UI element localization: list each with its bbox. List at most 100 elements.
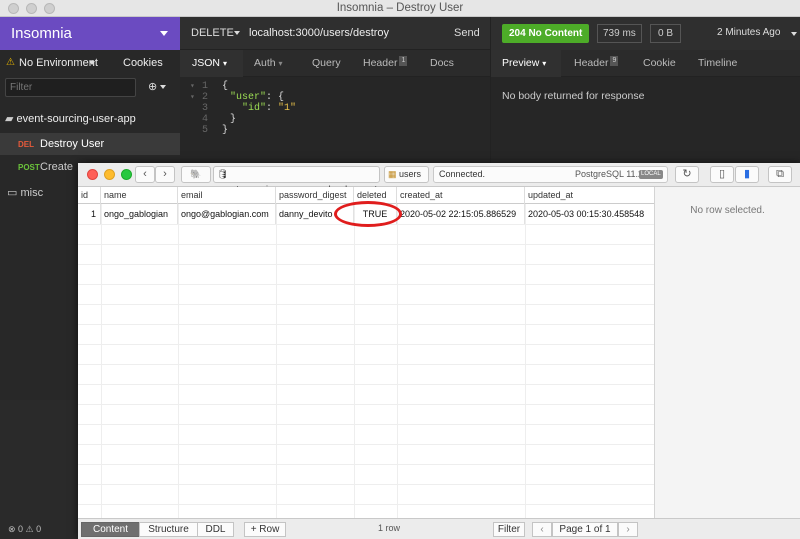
- zoom-window-icon[interactable]: [121, 169, 132, 180]
- row-separator: [78, 484, 654, 485]
- database-selector[interactable]: 🛢 event_sourcing_user_app_development: [213, 166, 380, 194]
- tab-label: Header: [363, 57, 398, 69]
- close-window-icon[interactable]: [8, 3, 19, 14]
- environment-select[interactable]: No Environment: [19, 50, 98, 76]
- chevron-down-icon: [89, 61, 95, 65]
- toggle-right-panel-button[interactable]: ▮: [735, 166, 759, 183]
- page-indicator: Page 1 of 1: [552, 522, 618, 537]
- brand-label: Insomnia: [11, 25, 72, 42]
- column-header-password-digest[interactable]: password_digest: [276, 187, 354, 204]
- json-string: "1": [278, 103, 297, 114]
- minimize-window-icon[interactable]: [26, 3, 37, 14]
- tab-header[interactable]: Header 1: [363, 50, 408, 77]
- json-key: "id": [242, 103, 267, 114]
- tab-timeline[interactable]: Timeline: [698, 50, 737, 77]
- status-text: Connected.: [439, 169, 486, 179]
- close-window-icon[interactable]: [87, 169, 98, 180]
- column-header-name[interactable]: name: [101, 187, 178, 204]
- problems-counter[interactable]: ⊗ 0 ⚠ 0: [8, 524, 41, 534]
- cell-name[interactable]: ongo_gablogian: [101, 204, 178, 224]
- tab-auth[interactable]: Auth ▾: [254, 50, 283, 77]
- minimize-window-icon[interactable]: [104, 169, 115, 180]
- refresh-button[interactable]: ↻: [675, 166, 699, 183]
- server-version: PostgreSQL 11.2: [575, 169, 644, 179]
- tab-preview[interactable]: Preview ▾: [491, 50, 561, 77]
- fold-icon: ▾: [190, 93, 195, 102]
- cell-updated-at[interactable]: 2020-05-03 00:15:30.458548: [525, 204, 654, 224]
- filter-input[interactable]: Filter: [5, 78, 136, 97]
- back-button[interactable]: ‹: [135, 166, 155, 183]
- tab-ddl[interactable]: DDL: [197, 522, 234, 537]
- size-badge: 0 B: [650, 24, 682, 43]
- highlight-annotation: [334, 201, 402, 227]
- filter-button[interactable]: Filter: [493, 522, 525, 537]
- add-request-button[interactable]: ⊕: [148, 80, 167, 93]
- code-text: : {: [266, 92, 285, 103]
- add-row-button[interactable]: + Row: [244, 522, 286, 537]
- request-item-destroy-user[interactable]: DEL Destroy User: [0, 133, 180, 155]
- header-count-badge: 1: [399, 56, 408, 66]
- connection-status: Connected. PostgreSQL 11.2 LOCAL: [433, 166, 668, 183]
- http-method-select[interactable]: DELETE: [191, 27, 234, 39]
- forward-button[interactable]: ›: [155, 166, 175, 183]
- chevron-down-icon: [791, 32, 797, 36]
- new-window-button[interactable]: ⧉: [768, 166, 792, 183]
- table-name: users: [399, 169, 422, 179]
- toggle-left-panel-button[interactable]: ▯: [710, 166, 734, 183]
- column-separator: [525, 204, 526, 518]
- time-badge: 739 ms: [597, 24, 642, 43]
- zoom-window-icon[interactable]: [44, 3, 55, 14]
- row-separator: [78, 304, 654, 305]
- row-detail-panel: No row selected.: [654, 187, 800, 520]
- url-input[interactable]: localhost:3000/users/destroy: [249, 27, 389, 39]
- column-header-email[interactable]: email: [178, 187, 276, 204]
- cookies-button[interactable]: Cookies: [123, 50, 163, 76]
- method-badge: POST: [18, 163, 40, 172]
- history-dropdown[interactable]: 2 Minutes Ago: [717, 27, 780, 38]
- column-header-updated-at[interactable]: updated_at: [525, 187, 654, 204]
- folder-icon: ▭: [7, 187, 18, 199]
- next-page-button[interactable]: ›: [618, 522, 638, 537]
- sidebar-left-icon: ▯: [718, 168, 726, 180]
- tab-label: Header: [574, 57, 609, 69]
- json-key: "user": [230, 92, 267, 103]
- chevron-down-icon: [234, 31, 240, 35]
- warning-icon: ⚠: [6, 57, 15, 68]
- cell-email[interactable]: ongo@gablogian.com: [178, 204, 276, 224]
- row-separator: [78, 504, 654, 505]
- row-separator: [78, 244, 654, 245]
- column-header-id[interactable]: id: [78, 187, 101, 204]
- tab-cookie[interactable]: Cookie: [643, 50, 676, 77]
- tab-docs[interactable]: Docs: [430, 50, 454, 77]
- request-name: Destroy User: [40, 138, 105, 150]
- workspace-folder[interactable]: ▰ event-sourcing-user-app: [5, 112, 136, 125]
- response-status-bar: 204 No Content 739 ms 0 B 2 Minutes Ago: [490, 17, 800, 50]
- request-name: Create: [40, 161, 74, 173]
- line-number: 3: [201, 103, 208, 114]
- tab-content[interactable]: Content: [81, 522, 140, 537]
- table-selector[interactable]: ▦ users: [384, 166, 429, 183]
- elephant-icon: 🐘: [190, 169, 202, 179]
- tab-structure[interactable]: Structure: [139, 522, 198, 537]
- row-separator: [78, 444, 654, 445]
- send-button[interactable]: Send: [454, 27, 480, 39]
- column-separator: [354, 204, 355, 518]
- tab-response-header[interactable]: Header 9: [574, 50, 619, 77]
- workspace-menu[interactable]: Insomnia: [0, 17, 180, 50]
- tab-query[interactable]: Query: [312, 50, 341, 77]
- cell-created-at[interactable]: 2020-05-02 22:15:05.886529: [397, 204, 525, 224]
- row-separator: [78, 284, 654, 285]
- row-separator: [78, 364, 654, 365]
- prev-page-button[interactable]: ‹: [532, 522, 552, 537]
- database-icon: 🛢: [217, 169, 229, 179]
- tab-json[interactable]: JSON ▾: [180, 50, 243, 77]
- chevron-left-icon: ‹: [143, 168, 147, 180]
- url-bar: DELETE localhost:3000/users/destroy Send: [180, 17, 490, 50]
- column-header-created-at[interactable]: created_at: [397, 187, 525, 204]
- folder-misc[interactable]: ▭ misc: [7, 186, 43, 199]
- row-count: 1 row: [378, 523, 401, 533]
- connection-button[interactable]: 🐘: [181, 166, 211, 183]
- cell-id[interactable]: 1: [78, 204, 101, 224]
- row-separator: [78, 344, 654, 345]
- no-body-message: No body returned for response: [502, 90, 645, 102]
